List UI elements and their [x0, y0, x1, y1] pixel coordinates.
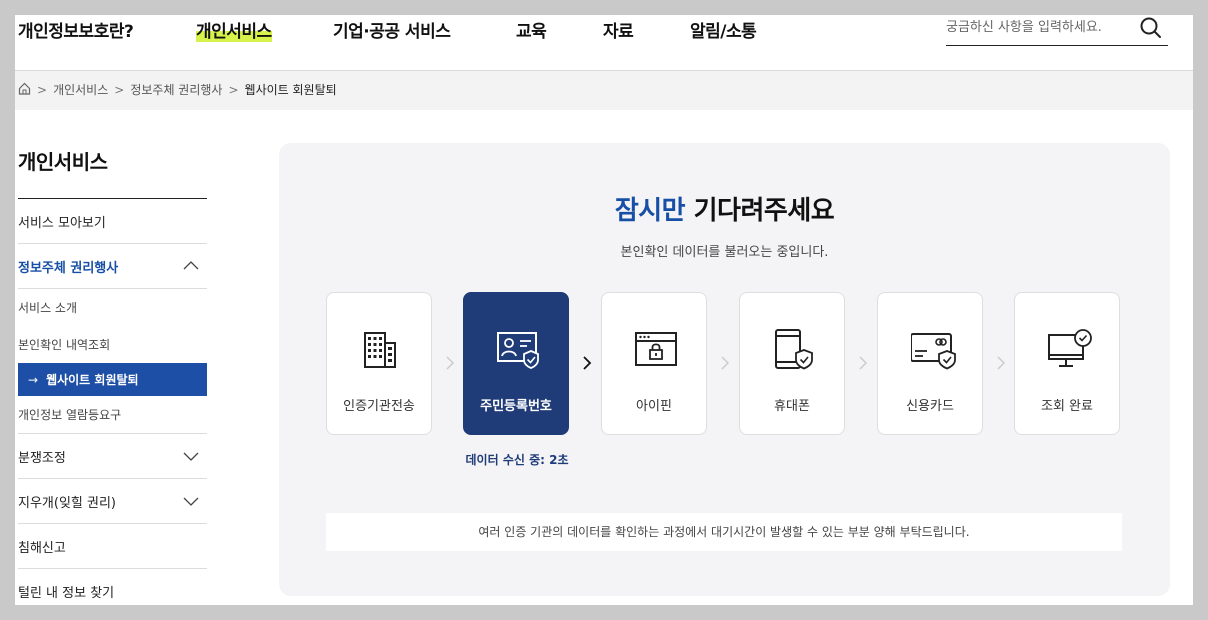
step-label: 조회 완료	[1041, 399, 1093, 414]
breadcrumb: > 개인서비스 > 정보주체 권리행사 > 웹사이트 회원탈퇴	[18, 81, 337, 98]
submenu-item-withdrawal[interactable]: → 웹사이트 회원탈퇴	[18, 363, 207, 396]
chevron-down-icon[interactable]	[183, 448, 199, 464]
search-box	[946, 15, 1168, 46]
step-label: 휴대폰	[774, 399, 810, 414]
chevron-up-icon[interactable]	[183, 258, 199, 274]
search-icon[interactable]	[1138, 15, 1164, 41]
sidebar: 개인서비스 서비스 모아보기 정보주체 권리행사 서비스 소개 본인확인 내역조…	[18, 140, 207, 605]
step-complete: 조회 완료	[1014, 292, 1120, 435]
step-cert-authority: 인증기관전송	[326, 292, 432, 435]
nav-item-about[interactable]: 개인정보보호란?	[18, 17, 134, 42]
id-card-shield-icon	[497, 329, 539, 371]
search-input[interactable]	[946, 15, 1126, 39]
home-icon[interactable]	[18, 82, 31, 98]
loading-status: 데이터 수신 중: 2초	[465, 453, 569, 467]
sidebar-title: 개인서비스	[18, 140, 207, 199]
page-frame: 개인정보보호란? 개인서비스 기업·공공 서비스 교육 자료 알림/소통 > 개…	[15, 15, 1193, 605]
sidebar-item-rights[interactable]: 정보주체 권리행사	[18, 244, 207, 289]
nav-item-resources[interactable]: 자료	[603, 17, 634, 42]
wait-notice: 여러 인증 기관의 데이터를 확인하는 과정에서 대기시간이 발생할 수 있는 …	[326, 513, 1122, 551]
sidebar-item-leak[interactable]: 털린 내 정보 찾기	[18, 569, 207, 605]
breadcrumb-current: 웹사이트 회원탈퇴	[244, 83, 337, 97]
sidebar-item-dispute[interactable]: 분쟁조정	[18, 434, 207, 479]
breadcrumb-separator: >	[37, 82, 48, 97]
step-phone: 휴대폰	[739, 292, 845, 435]
credit-card-shield-icon	[910, 329, 956, 371]
nav-item-business-service[interactable]: 기업·공공 서비스	[333, 17, 451, 42]
sidebar-item-report[interactable]: 침해신고	[18, 524, 207, 569]
submenu-item-access-request[interactable]: 개인정보 열람등요구	[18, 396, 207, 433]
breadcrumb-separator: >	[114, 82, 125, 97]
step-label: 신용카드	[906, 399, 954, 414]
chevron-right-icon	[720, 355, 730, 371]
arrow-right-icon: →	[28, 372, 39, 387]
step-label: 주민등록번호	[480, 399, 552, 414]
nav-item-education[interactable]: 교육	[516, 17, 547, 42]
step-resident-number: 주민등록번호	[463, 292, 569, 435]
chevron-right-icon	[445, 355, 455, 371]
step-label: 아이핀	[636, 399, 672, 414]
submenu-item-intro[interactable]: 서비스 소개	[18, 289, 207, 326]
page-title: 잠시만 기다려주세요	[614, 196, 835, 226]
breadcrumb-item[interactable]: 개인서비스	[53, 81, 108, 98]
nav-item-notice[interactable]: 알림/소통	[690, 17, 757, 42]
phone-shield-icon	[773, 329, 813, 371]
browser-lock-icon	[635, 329, 677, 371]
chevron-right-icon	[582, 355, 592, 371]
page-subtitle: 본인확인 데이터를 불러오는 중입니다.	[620, 245, 829, 260]
breadcrumb-separator: >	[228, 82, 239, 97]
breadcrumb-item[interactable]: 정보주체 권리행사	[130, 81, 222, 98]
nav-item-personal-service[interactable]: 개인서비스	[196, 17, 272, 42]
submenu-item-history[interactable]: 본인확인 내역조회	[18, 326, 207, 363]
sidebar-item-overview[interactable]: 서비스 모아보기	[18, 199, 207, 244]
global-nav: 개인정보보호란? 개인서비스 기업·공공 서비스 교육 자료 알림/소통	[15, 15, 1193, 71]
loading-card: 잠시만 기다려주세요 본인확인 데이터를 불러오는 중입니다. 인증기관전송 주…	[279, 143, 1170, 596]
step-ipin: 아이핀	[601, 292, 707, 435]
building-icon	[360, 329, 400, 371]
chevron-right-icon	[858, 355, 868, 371]
step-credit-card: 신용카드	[877, 292, 983, 435]
monitor-check-icon	[1048, 329, 1092, 371]
chevron-down-icon[interactable]	[183, 493, 199, 509]
sidebar-submenu: 서비스 소개 본인확인 내역조회 → 웹사이트 회원탈퇴 개인정보 열람등요구	[18, 289, 207, 434]
chevron-right-icon	[996, 355, 1006, 371]
step-label: 인증기관전송	[343, 399, 415, 414]
sidebar-item-erasure[interactable]: 지우개(잊힐 권리)	[18, 479, 207, 524]
breadcrumb-band: > 개인서비스 > 정보주체 권리행사 > 웹사이트 회원탈퇴	[15, 71, 1193, 110]
